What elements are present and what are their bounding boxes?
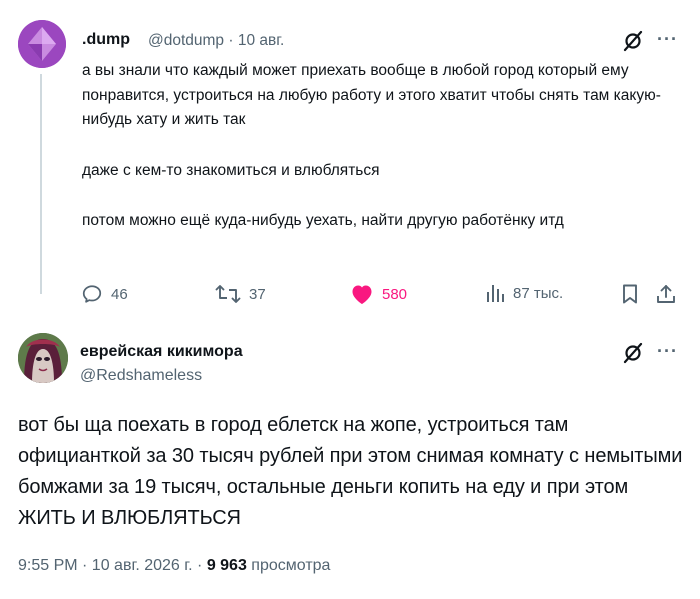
- avatar[interactable]: [18, 20, 66, 68]
- author-handle[interactable]: @Redshameless: [80, 367, 202, 385]
- grok-icon[interactable]: [622, 30, 644, 52]
- tweet-paragraph: даже с кем-то знакомиться и влюбляться: [82, 161, 380, 179]
- bookmark-button[interactable]: [620, 283, 648, 305]
- tweet-timestamp[interactable]: 9:55 PM · 10 авг. 2026 г. ·: [18, 557, 207, 574]
- tweet-text: а вы знали что каждый может приехать воо…: [82, 59, 672, 234]
- repost-icon: [215, 285, 241, 303]
- reply-count: 46: [111, 285, 128, 303]
- views-button[interactable]: 87 тыс.: [485, 283, 563, 303]
- author-name[interactable]: .dump: [82, 31, 130, 49]
- thread-line: [40, 74, 42, 294]
- author-name[interactable]: еврейская кикимора: [80, 343, 243, 361]
- bookmark-icon: [623, 284, 637, 304]
- views-count: 87 тыс.: [513, 284, 564, 302]
- like-count: 580: [382, 285, 408, 303]
- avatar[interactable]: [18, 333, 68, 383]
- analytics-icon: [487, 285, 504, 302]
- tweet-meta: 9:55 PM · 10 авг. 2026 г. · 9 963 просмо…: [18, 557, 330, 575]
- share-icon: [657, 285, 675, 303]
- avatar-diamond-icon: [18, 20, 66, 68]
- author-handle-time[interactable]: @dotdump · 10 авг.: [148, 32, 284, 50]
- share-button[interactable]: [655, 283, 685, 305]
- more-options-icon[interactable]: ···: [657, 29, 678, 50]
- more-options-icon[interactable]: ···: [657, 341, 678, 362]
- grok-icon[interactable]: [622, 342, 644, 364]
- repost-count: 37: [249, 285, 266, 303]
- heart-icon: [352, 285, 372, 304]
- views-label: просмотра: [246, 557, 331, 574]
- reply-icon: [82, 285, 102, 303]
- tweet-paragraph: а вы знали что каждый может приехать воо…: [82, 62, 661, 128]
- avatar-portrait-icon: [18, 333, 68, 383]
- views-count: 9 963: [206, 557, 247, 574]
- reply-button[interactable]: 46: [81, 283, 128, 305]
- like-button[interactable]: 580: [350, 283, 407, 305]
- tweet-paragraph: потом можно ещё куда-нибудь уехать, найт…: [82, 212, 564, 229]
- repost-button[interactable]: 37: [215, 283, 266, 305]
- tweet-text: вот бы ща поехать в город еблетск на жоп…: [18, 414, 683, 529]
